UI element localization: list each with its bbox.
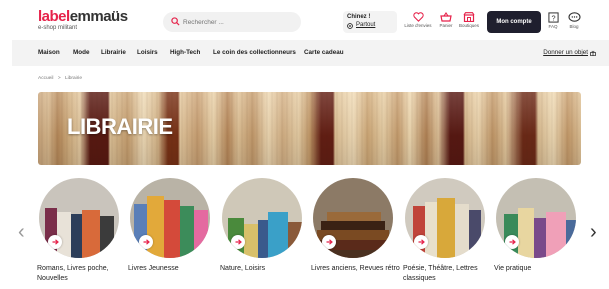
basket-icon bbox=[440, 12, 452, 22]
category-arrow-button[interactable] bbox=[48, 235, 62, 249]
category-image-vie-pratique bbox=[496, 178, 576, 258]
category-card-vie-pratique[interactable]: Vie pratique bbox=[494, 178, 584, 274]
carousel-prev-arrow[interactable]: ‹ bbox=[18, 222, 25, 242]
category-image-poesie bbox=[405, 178, 485, 258]
nav-item-mode[interactable]: Mode bbox=[73, 49, 89, 56]
category-label: Livres anciens, Revues rétro bbox=[311, 265, 400, 272]
category-card-romans[interactable]: Romans, Livres poche, Nouvelles bbox=[37, 178, 127, 283]
account-button[interactable]: Mon compte bbox=[487, 11, 541, 33]
account-label: Mon compte bbox=[496, 19, 532, 25]
banner-title: LIBRAIRIE bbox=[67, 114, 173, 139]
nav-item-loisirs[interactable]: Loisirs bbox=[137, 49, 158, 56]
category-arrow-button[interactable] bbox=[505, 235, 519, 249]
category-label: Livres Jeunesse bbox=[128, 265, 179, 272]
wishlist-label: Liste d'envies bbox=[404, 23, 432, 28]
nav-item-high-tech[interactable]: High-Tech bbox=[170, 49, 200, 56]
category-image-romans bbox=[39, 178, 119, 258]
category-arrow-button[interactable] bbox=[414, 235, 428, 249]
arrow-right-icon bbox=[326, 239, 333, 245]
nav-item-carte-cadeau[interactable]: Carte cadeau bbox=[304, 49, 344, 56]
arrow-right-icon bbox=[418, 239, 425, 245]
shops-button[interactable]: Boutiques bbox=[454, 12, 484, 28]
chinez-location: Partout bbox=[356, 22, 376, 28]
category-arrow-button[interactable] bbox=[322, 235, 336, 249]
category-label: Poésie, Théâtre, Lettres classiques bbox=[403, 265, 478, 282]
shop-icon bbox=[463, 12, 475, 22]
shops-label: Boutiques bbox=[458, 23, 479, 28]
chat-bubble-icon bbox=[567, 12, 581, 22]
give-item-link[interactable]: Donner un objet bbox=[543, 49, 596, 56]
category-card-anciens[interactable]: Livres anciens, Revues rétro bbox=[311, 178, 401, 274]
category-label: Nature, Loisirs bbox=[220, 265, 266, 272]
breadcrumb-current: Librairie bbox=[64, 76, 83, 81]
location-selector[interactable]: Chinez ! Partout bbox=[343, 11, 397, 33]
gift-icon bbox=[590, 50, 596, 56]
chinez-title: Chinez ! bbox=[347, 14, 371, 20]
nav-item-maison[interactable]: Maison bbox=[38, 49, 60, 56]
header: labelemmaüs e-shop militant Chinez ! Par… bbox=[0, 0, 609, 40]
svg-text:?: ? bbox=[551, 13, 555, 22]
wishlist-button[interactable]: Liste d'envies bbox=[403, 12, 433, 28]
breadcrumb-separator: > bbox=[57, 76, 61, 81]
arrow-right-icon bbox=[143, 239, 150, 245]
category-card-jeunesse[interactable]: Livres Jeunesse bbox=[128, 178, 218, 274]
logo-part2: emmaüs bbox=[69, 8, 128, 25]
search-input[interactable] bbox=[183, 15, 293, 29]
location-pin-icon bbox=[347, 22, 353, 29]
category-label: Romans, Livres poche, Nouvelles bbox=[37, 265, 109, 282]
category-card-nature[interactable]: Nature, Loisirs bbox=[220, 178, 310, 274]
logo[interactable]: labelemmaüs e-shop militant bbox=[38, 9, 128, 32]
arrow-right-icon bbox=[235, 239, 242, 245]
category-card-poesie[interactable]: Poésie, Théâtre, Lettres classiques bbox=[403, 178, 493, 283]
category-label: Vie pratique bbox=[494, 265, 532, 272]
logo-part1: label bbox=[38, 8, 70, 25]
category-image-anciens bbox=[313, 178, 393, 258]
nav-item-librairie[interactable]: Librairie bbox=[101, 49, 126, 56]
breadcrumb-home[interactable]: Accueil bbox=[38, 76, 53, 81]
heart-icon bbox=[412, 12, 424, 22]
search-bar[interactable] bbox=[163, 12, 301, 32]
category-image-jeunesse bbox=[130, 178, 210, 258]
category-banner: LIBRAIRIE bbox=[38, 92, 581, 165]
blog-label: Blog bbox=[569, 24, 579, 29]
search-icon bbox=[171, 17, 180, 26]
give-item-label: Donner un objet bbox=[543, 49, 588, 56]
category-image-nature bbox=[222, 178, 302, 258]
nav-item-collectionneurs[interactable]: Le coin des collectionneurs bbox=[213, 49, 296, 56]
category-arrow-button[interactable] bbox=[139, 235, 153, 249]
arrow-right-icon bbox=[509, 239, 516, 245]
category-arrow-button[interactable] bbox=[231, 235, 245, 249]
carousel-next-arrow[interactable]: › bbox=[590, 222, 597, 242]
help-icon: ? bbox=[547, 12, 559, 23]
breadcrumb: Accueil > Librairie bbox=[38, 76, 85, 81]
blog-button[interactable]: Blog bbox=[559, 12, 589, 29]
arrow-right-icon bbox=[52, 239, 59, 245]
logo-tagline: e-shop militant bbox=[38, 25, 78, 31]
main-nav: Maison Mode Librairie Loisirs High-Tech … bbox=[12, 40, 609, 66]
